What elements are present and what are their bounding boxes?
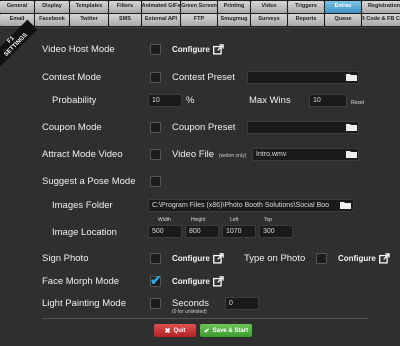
quit-button[interactable]: ✖ Quit — [154, 324, 196, 337]
video-file-note: (webm only) — [219, 153, 247, 159]
tab-facebook[interactable]: Facebook — [35, 14, 69, 26]
quit-label: Quit — [173, 327, 186, 334]
folder-icon[interactable] — [346, 73, 358, 82]
type-on-photo-checkbox[interactable] — [316, 253, 327, 264]
tab-twitter[interactable]: Twitter — [70, 14, 108, 26]
external-link-icon — [212, 276, 224, 287]
seconds-input[interactable]: 0 — [225, 297, 259, 310]
coupon-preset-label: Coupon Preset — [172, 122, 236, 133]
top-label: Top — [264, 217, 273, 223]
probability-input[interactable]: 10 — [148, 94, 182, 107]
folder-icon[interactable] — [340, 201, 352, 210]
reset-link[interactable]: Reset — [351, 100, 364, 106]
tab-smugmug[interactable]: Smugmug — [218, 14, 250, 26]
configure-label: Configure — [172, 45, 210, 54]
tab-templates[interactable]: Templates — [70, 1, 108, 13]
save-start-button[interactable]: ✔ Save & Start — [200, 324, 252, 337]
max-wins-label: Max Wins — [249, 95, 291, 106]
video-host-mode-label: Video Host Mode — [42, 44, 115, 55]
tab-animated-gifs[interactable]: Animated GIFs — [142, 1, 180, 13]
images-folder-label: Images Folder — [52, 200, 113, 211]
images-folder-field[interactable]: C:\Program Files (x86)\Photo Booth Solut… — [148, 199, 354, 212]
external-link-icon — [212, 253, 224, 264]
seconds-note: (0 for unlimited) — [172, 309, 207, 315]
tab-extras[interactable]: Extras — [325, 1, 361, 13]
image-location-label: Image Location — [52, 227, 117, 238]
check-icon: ✔ — [203, 327, 210, 335]
save-label: Save & Start — [212, 327, 249, 334]
location-top-input[interactable]: 300 — [259, 225, 293, 238]
divider — [42, 318, 368, 319]
location-width-input[interactable]: 500 — [148, 225, 182, 238]
coupon-mode-label: Coupon Mode — [42, 122, 102, 133]
configure-label: Configure — [172, 254, 210, 263]
tab-external-api[interactable]: External API — [142, 14, 180, 26]
tab-reports[interactable]: Reports — [288, 14, 324, 26]
tab-registration[interactable]: Registration — [362, 1, 400, 13]
video-file-field[interactable]: Intro.wmv — [252, 148, 359, 161]
tab-triggers[interactable]: Triggers — [288, 1, 324, 13]
tab-display[interactable]: Display — [35, 1, 69, 13]
tab-general[interactable]: General — [0, 1, 34, 13]
video-file-label: Video File — [172, 149, 215, 160]
max-wins-input[interactable]: 10 — [309, 94, 347, 107]
folder-icon[interactable] — [346, 150, 358, 159]
configure-label: Configure — [338, 254, 376, 263]
tab-sms[interactable]: SMS — [109, 14, 141, 26]
attract-mode-video-label: Attract Mode Video — [42, 149, 123, 160]
height-label: Height — [191, 217, 206, 223]
coupon-preset-field[interactable] — [247, 121, 359, 134]
external-link-icon — [212, 44, 224, 55]
type-on-photo-configure-button[interactable]: Configure — [338, 253, 390, 264]
tab-video[interactable]: Video — [251, 1, 287, 13]
location-height-input[interactable]: 800 — [185, 225, 219, 238]
suggest-pose-mode-checkbox[interactable] — [150, 176, 161, 187]
configure-label: Configure — [172, 277, 210, 286]
left-label: Left — [230, 217, 239, 223]
tab-bar: General Display Templates Filters Animated G… — [0, 0, 400, 27]
tab-printing[interactable]: Printing — [218, 1, 250, 13]
light-painting-mode-label: Light Painting Mode — [42, 298, 126, 309]
tab-filters[interactable]: Filters — [109, 1, 141, 13]
coupon-mode-checkbox[interactable] — [150, 122, 161, 133]
tab-surveys[interactable]: Surveys — [251, 14, 287, 26]
width-label: Width — [158, 217, 171, 223]
contest-mode-checkbox[interactable] — [150, 72, 161, 83]
tab-ftp[interactable]: FTP — [181, 14, 217, 26]
face-morph-mode-checkbox[interactable]: ✔ — [150, 272, 162, 288]
attract-mode-video-checkbox[interactable] — [150, 149, 161, 160]
close-icon: ✖ — [164, 327, 171, 335]
tab-green-screen[interactable]: Green Screen — [181, 1, 217, 13]
light-painting-mode-checkbox[interactable] — [150, 298, 161, 309]
folder-icon[interactable] — [346, 123, 358, 132]
tab-row-1: General Display Templates Filters Animated G… — [0, 1, 400, 14]
face-morph-configure-button[interactable]: Configure — [172, 276, 224, 287]
sign-photo-label: Sign Photo — [42, 253, 89, 264]
checkmark-icon: ✔ — [150, 272, 162, 288]
contest-preset-field[interactable] — [247, 71, 359, 84]
tab-row-2: Email Facebook Twitter SMS External API FTP Sm… — [0, 14, 400, 27]
video-host-configure-button[interactable]: Configure — [172, 44, 224, 55]
face-morph-mode-label: Face Morph Mode — [42, 276, 120, 287]
contest-mode-label: Contest Mode — [42, 72, 102, 83]
location-left-input[interactable]: 1070 — [222, 225, 256, 238]
seconds-label: Seconds — [172, 298, 209, 309]
video-host-mode-checkbox[interactable] — [150, 44, 161, 55]
type-on-photo-label: Type on Photo — [244, 253, 306, 264]
suggest-pose-mode-label: Suggest a Pose Mode — [42, 176, 136, 187]
contest-preset-label: Contest Preset — [172, 72, 235, 83]
external-link-icon — [378, 253, 390, 264]
probability-label: Probability — [52, 95, 97, 106]
tab-qr-code-fb-cloud[interactable]: QR Code & FB Cloud — [362, 14, 400, 26]
sign-photo-configure-button[interactable]: Configure — [172, 253, 224, 264]
sign-photo-checkbox[interactable] — [150, 253, 161, 264]
percent-label: % — [186, 95, 195, 106]
tab-queue[interactable]: Queue — [325, 14, 361, 26]
